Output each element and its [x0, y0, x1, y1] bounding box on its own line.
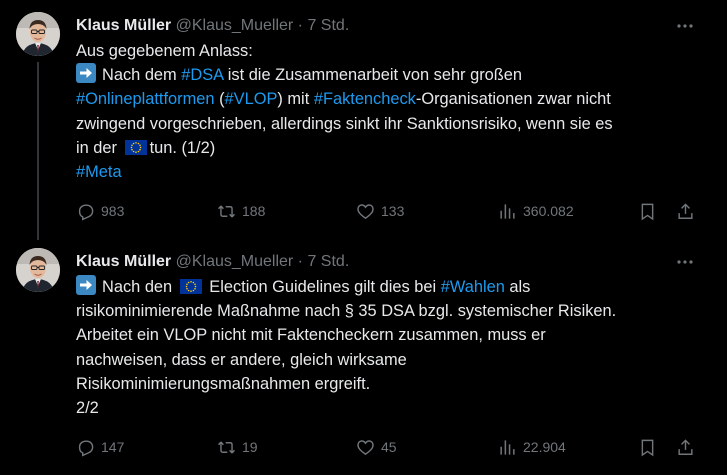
- like-icon: [357, 439, 374, 455]
- text-line: risikominimierende Maßnahme nach § 35 DS…: [76, 299, 706, 323]
- hashtag-link[interactable]: #DSA: [181, 66, 223, 84]
- tweet-header: Klaus Müller @Klaus_Mueller · 7 Std.: [76, 251, 677, 273]
- text-segment: Election Guidelines gilt dies bei: [209, 278, 437, 296]
- tweet-2[interactable]: Klaus Müller @Klaus_Mueller · 7 Std. Nac…: [0, 236, 727, 475]
- text-segment: zwingend vorgeschrieben, allerdings sink…: [76, 114, 613, 133]
- text-segment: -Organisationen zwar nicht: [415, 90, 611, 109]
- text-segment: ist die Zusammenarbeit von sehr großen: [227, 66, 523, 85]
- views-icon: [500, 439, 515, 455]
- text-segment: Risikominimierungsmaßnahmen ergreift.: [76, 374, 371, 393]
- hashtag-link[interactable]: #VLOP: [225, 90, 278, 108]
- text-segment: ) mit: [277, 90, 310, 109]
- like-count: 133: [381, 203, 405, 219]
- separator-dot: ·: [297, 253, 303, 270]
- timestamp[interactable]: 7 Std.: [307, 17, 349, 34]
- avatar[interactable]: [16, 12, 60, 56]
- bookmark-button[interactable]: [638, 432, 657, 462]
- text-segment: nachweisen, dass er andere, gleich wirks…: [76, 350, 407, 369]
- like-button[interactable]: 45: [356, 432, 397, 462]
- reply-count: 983: [101, 203, 125, 219]
- share-icon: [678, 438, 693, 455]
- text-segment: risikominimierende Maßnahme nach § 35 DS…: [76, 302, 617, 321]
- tweet-actions: 147 19 45 22.904: [76, 432, 706, 462]
- text-line: Nach dem #DSA ist die Zusammenarbeit von…: [76, 63, 706, 87]
- tweet-header: Klaus Müller @Klaus_Mueller · 7 Std.: [76, 15, 677, 37]
- hashtag-link[interactable]: #Wahlen: [441, 278, 505, 296]
- text-line: #Onlineplattformen (#VLOP) mit #Faktench…: [76, 87, 706, 111]
- views-button[interactable]: 22.904: [498, 432, 566, 462]
- retweet-button[interactable]: 188: [217, 196, 265, 226]
- tweet-actions: 983 188 133 360.082: [76, 196, 706, 226]
- text-line: nachweisen, dass er andere, gleich wirks…: [76, 348, 706, 372]
- text-line: zwingend vorgeschrieben, allerdings sink…: [76, 112, 706, 136]
- arrow-right-emoji: [76, 275, 96, 295]
- text-line: Arbeitet ein VLOP nicht mit Faktenchecke…: [76, 323, 706, 347]
- reply-button[interactable]: 147: [76, 432, 124, 462]
- like-icon: [357, 203, 374, 219]
- retweet-count: 19: [242, 439, 258, 455]
- views-count: 360.082: [523, 203, 574, 219]
- text-segment: in der: [76, 138, 118, 157]
- thread-line: [37, 62, 39, 240]
- bookmark-icon: [641, 439, 654, 456]
- timestamp[interactable]: 7 Std.: [307, 253, 349, 270]
- views-button[interactable]: 360.082: [498, 196, 574, 226]
- hashtag-link[interactable]: #Onlineplattformen: [76, 90, 215, 108]
- author-handle[interactable]: @Klaus_Mueller: [176, 253, 294, 270]
- text-segment: tun. (1/2): [149, 138, 216, 157]
- author-handle[interactable]: @Klaus_Mueller: [176, 17, 294, 34]
- retweet-icon: [218, 440, 235, 454]
- reply-icon: [78, 203, 94, 221]
- retweet-button[interactable]: 19: [217, 432, 258, 462]
- avatar[interactable]: [16, 248, 60, 292]
- eu-flag-emoji: [179, 279, 202, 294]
- text-line: Nach den Election Guidelines gilt dies b…: [76, 275, 706, 299]
- text-segment: als: [509, 278, 531, 296]
- share-button[interactable]: [676, 432, 695, 462]
- text-segment: Nach den: [102, 278, 173, 296]
- author-name[interactable]: Klaus Müller: [76, 17, 171, 34]
- hashtag-link[interactable]: #Faktencheck: [314, 90, 416, 108]
- more-icon[interactable]: [673, 14, 697, 38]
- bookmark-button[interactable]: [638, 196, 657, 226]
- text-segment: 2/2: [76, 399, 99, 418]
- retweet-icon: [218, 204, 235, 218]
- text-segment: Nach dem: [102, 66, 177, 85]
- like-count: 45: [381, 439, 397, 455]
- bookmark-icon: [641, 203, 654, 220]
- more-icon[interactable]: [673, 250, 697, 274]
- text-line: 2/2: [76, 396, 706, 420]
- text-segment: Arbeitet ein VLOP nicht mit Faktenchecke…: [76, 326, 546, 345]
- reply-count: 147: [101, 439, 125, 455]
- author-name[interactable]: Klaus Müller: [76, 253, 171, 270]
- like-button[interactable]: 133: [356, 196, 404, 226]
- share-icon: [678, 202, 693, 219]
- reply-button[interactable]: 983: [76, 196, 124, 226]
- text-line: Risikominimierungsmaßnahmen ergreift.: [76, 372, 706, 396]
- share-button[interactable]: [676, 196, 695, 226]
- hashtag-link[interactable]: #Meta: [76, 163, 122, 181]
- tweet-1[interactable]: Klaus Müller @Klaus_Mueller · 7 Std. Aus…: [0, 0, 727, 240]
- text-line: Aus gegebenem Anlass:: [76, 39, 706, 63]
- views-icon: [500, 203, 515, 219]
- retweet-count: 188: [242, 203, 266, 219]
- reply-icon: [78, 439, 94, 457]
- tweet-text: Aus gegebenem Anlass: Nach dem #DSA ist …: [76, 39, 706, 184]
- separator-dot: ·: [297, 17, 303, 34]
- tweet-text: Nach den Election Guidelines gilt dies b…: [76, 275, 706, 420]
- text-line: #Meta: [76, 160, 706, 184]
- text-line: in der tun. (1/2): [76, 136, 706, 160]
- arrow-right-emoji: [76, 63, 96, 84]
- text-segment: Aus gegebenem Anlass:: [76, 42, 253, 60]
- eu-flag-emoji: [124, 139, 147, 155]
- views-count: 22.904: [523, 439, 566, 455]
